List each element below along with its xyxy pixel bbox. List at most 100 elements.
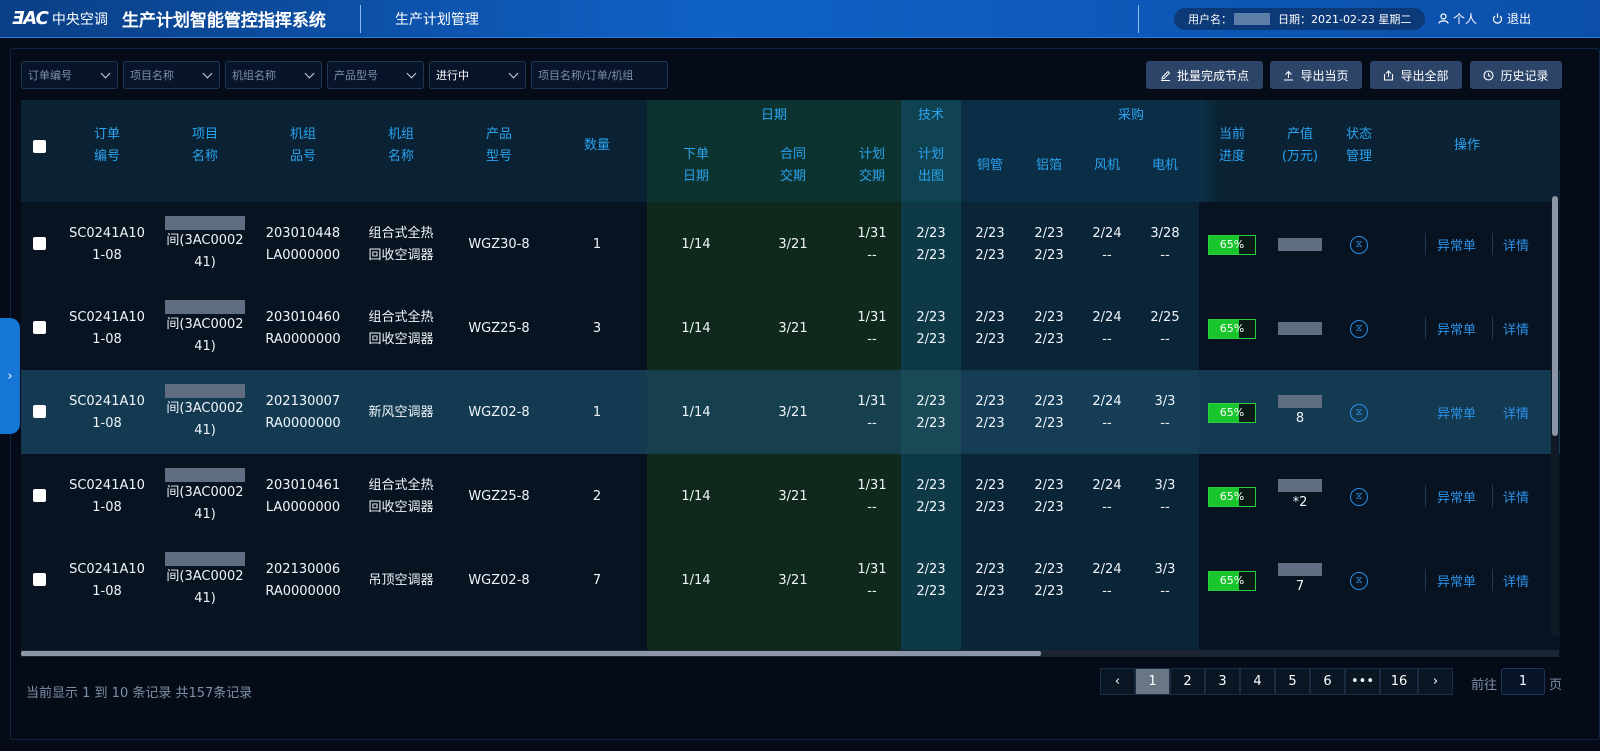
unit-name-cell-line: 回收空调器 [368, 331, 434, 347]
history-button[interactable]: 历史记录 [1470, 61, 1562, 89]
goto-page-input[interactable] [1501, 668, 1545, 695]
progress-bar: 65% [1208, 234, 1256, 255]
aluminum-cell: 2/23 2/23 [1019, 454, 1079, 539]
personal-link[interactable]: 个人 [1438, 10, 1477, 27]
order-no-cell-line: SC0241A10 [69, 393, 145, 409]
logout-link[interactable]: 退出 [1492, 10, 1531, 27]
plan-delivery-cell-line: -- [867, 247, 877, 263]
detail-link[interactable]: 详情 [1503, 454, 1529, 539]
table-row[interactable]: SC0241A10 1-08 间(3AC0002 41) 203010448 LA0000… [21, 202, 1560, 288]
order-date-cell-line: 1/14 [681, 488, 711, 504]
page-number-button[interactable]: 6 [1310, 668, 1345, 695]
progress-cell: 65% [1202, 370, 1262, 455]
status-select[interactable]: 进行中 [429, 61, 526, 89]
table-row[interactable]: SC0241A10 1-08 间(3AC0002 41) 203010461 LA0000… [21, 454, 1560, 540]
th-motor: 电机 [1151, 158, 1178, 173]
project-name-placeholder: 项目名称 [130, 69, 174, 82]
row-checkbox[interactable] [33, 321, 46, 334]
plan-delivery-cell-line: -- [867, 583, 877, 599]
exception-report-link[interactable]: 异常单 [1437, 286, 1476, 371]
search-input[interactable]: 项目名称/订单/机组 [531, 61, 668, 89]
project-name-select[interactable]: 项目名称 [123, 61, 220, 89]
table-row[interactable]: SC0241A10 1-08 间(3AC0002 41) 203010460 RA0000… [21, 286, 1560, 372]
exception-report-link[interactable]: 异常单 [1437, 454, 1476, 539]
model-cell: WGZ25-8 [454, 286, 544, 371]
vertical-scrollbar[interactable] [1551, 196, 1559, 636]
table-row[interactable]: SC0241A10 1-08 间(3AC0002 41) 202130006 RA0000… [21, 538, 1560, 624]
batch-complete-label: 批量完成节点 [1176, 68, 1249, 83]
quantity-cell-line: 3 [592, 320, 602, 336]
row-checkbox[interactable] [33, 489, 46, 502]
drawing-cell-line: 2/23 [916, 499, 946, 515]
drawing-cell-line: 2/23 [916, 247, 946, 263]
exception-report-link[interactable]: 异常单 [1437, 202, 1476, 287]
fan-cell-line: 2/24 [1092, 477, 1122, 493]
copper-cell: 2/23 2/23 [960, 370, 1020, 455]
page-number-button[interactable]: 5 [1275, 668, 1310, 695]
hourglass-icon[interactable]: ⧖ [1350, 319, 1368, 338]
motor-cell-line: 3/3 [1154, 393, 1176, 409]
exception-report-link[interactable]: 异常单 [1437, 370, 1476, 455]
page-number-button[interactable]: 16 [1380, 668, 1418, 695]
row-checkbox[interactable] [33, 573, 46, 586]
copper-cell-line: 2/23 [975, 415, 1005, 431]
page-number-button[interactable]: 1 [1135, 668, 1170, 695]
contract-cell-line: 3/21 [778, 572, 808, 588]
username-redacted [1234, 13, 1270, 25]
system-title: 生产计划智能管控指挥系统 [121, 11, 326, 31]
prev-page-button[interactable]: ‹ [1100, 668, 1135, 695]
order-date-cell-line: 1/14 [681, 320, 711, 336]
detail-link[interactable]: 详情 [1503, 286, 1529, 371]
row-checkbox[interactable] [33, 237, 46, 250]
progress-label: 65% [1219, 405, 1245, 419]
unit-code-cell-line: RA0000000 [265, 331, 341, 347]
vertical-scroll-thumb[interactable] [1552, 196, 1558, 436]
exception-report-link[interactable]: 异常单 [1437, 538, 1476, 623]
page-ellipsis[interactable]: ••• [1345, 668, 1380, 695]
table-row[interactable]: SC0241A10 1-08 间(3AC0002 41) 202130007 RA0000… [21, 370, 1560, 456]
batch-complete-button[interactable]: 批量完成节点 [1146, 61, 1263, 89]
fan-cell: 2/24 -- [1077, 538, 1137, 623]
export-all-button[interactable]: 导出全部 [1370, 61, 1462, 89]
row-checkbox[interactable] [33, 405, 46, 418]
th-drawing-2: 出图 [917, 169, 944, 184]
detail-link[interactable]: 详情 [1503, 202, 1529, 287]
personal-label: 个人 [1453, 12, 1478, 26]
horizontal-scrollbar[interactable] [21, 650, 1559, 657]
hourglass-icon[interactable]: ⧖ [1350, 487, 1368, 506]
unit-name-cell: 吊顶空调器 [356, 538, 446, 623]
order-date-cell: 1/14 [666, 202, 726, 287]
plan-delivery-cell: 1/31 -- [842, 454, 902, 539]
page-number-button[interactable]: 2 [1170, 668, 1205, 695]
hourglass-icon[interactable]: ⧖ [1350, 571, 1368, 590]
page-number-button[interactable]: 4 [1240, 668, 1275, 695]
order-date-cell-line: 1/14 [681, 404, 711, 420]
unit-name-cell-line: 组合式全热 [368, 225, 434, 241]
quantity-cell: 1 [567, 370, 627, 455]
horizontal-scroll-thumb[interactable] [21, 651, 1041, 656]
motor-cell-line: 2/25 [1150, 309, 1180, 325]
hourglass-icon[interactable]: ⧖ [1350, 235, 1368, 254]
contract-cell-line: 3/21 [778, 488, 808, 504]
unit-code-cell-line: 203010461 [265, 477, 341, 493]
product-model-select[interactable]: 产品型号 [327, 61, 424, 89]
project-cell-line: 41) [194, 506, 216, 522]
page-number-button[interactable]: 3 [1205, 668, 1240, 695]
next-page-button[interactable]: › [1418, 668, 1453, 695]
export-page-button[interactable]: 导出当页 [1270, 61, 1362, 89]
order-date-cell: 1/14 [666, 454, 726, 539]
drawing-cell-line: 2/23 [916, 331, 946, 347]
unit-name-select[interactable]: 机组名称 [225, 61, 322, 89]
detail-link[interactable]: 详情 [1503, 370, 1529, 455]
detail-link[interactable]: 详情 [1503, 538, 1529, 623]
select-all-checkbox[interactable] [33, 140, 46, 153]
aluminum-cell-line: 2/23 [1034, 583, 1064, 599]
hourglass-icon[interactable]: ⧖ [1350, 403, 1368, 422]
unit-name-cell-line: 吊顶空调器 [368, 572, 434, 588]
aluminum-cell-line: 2/23 [1034, 247, 1064, 263]
sidebar-toggle-chevron-icon[interactable]: › [0, 318, 20, 434]
order-no-select[interactable]: 订单编号 [21, 61, 118, 89]
order-no-cell-line: 1-08 [92, 415, 122, 431]
motor-cell: 3/3 -- [1135, 538, 1195, 623]
output-redacted [1278, 563, 1322, 576]
